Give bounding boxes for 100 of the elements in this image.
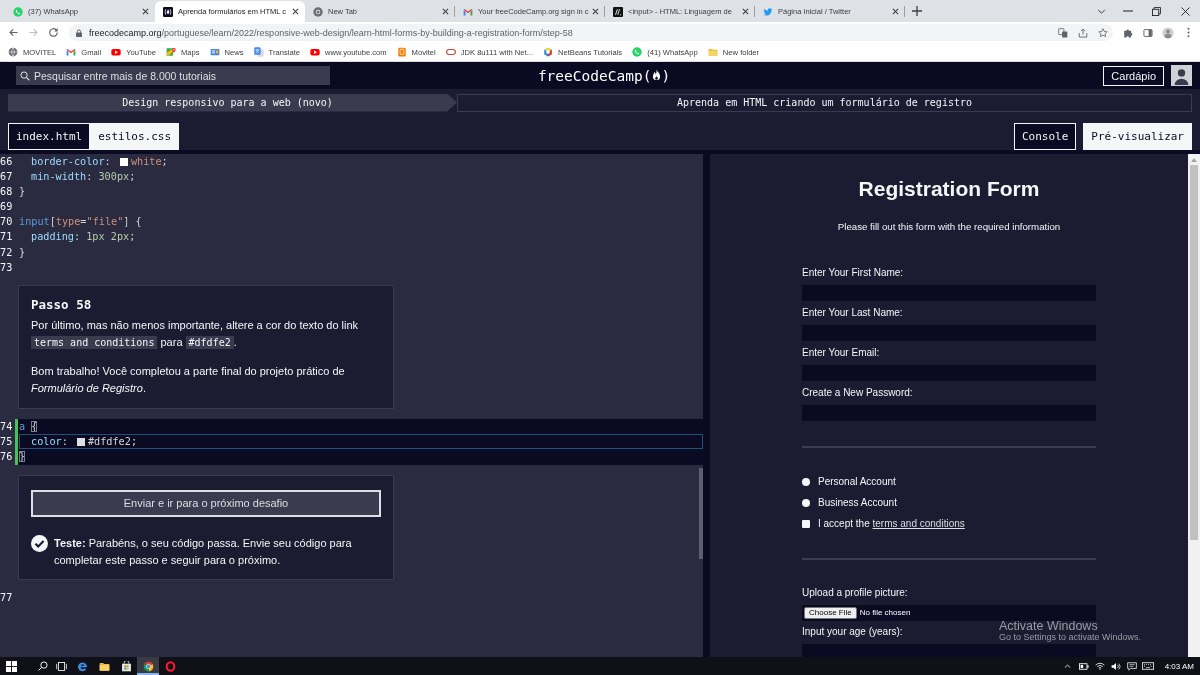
code-text: }	[19, 185, 26, 200]
close-icon[interactable]	[142, 8, 149, 15]
line-number: 74	[0, 420, 14, 435]
swirl-icon[interactable]	[76, 660, 88, 672]
play-icon	[111, 47, 122, 57]
field-label: Input your age (years):	[802, 626, 903, 638]
user-avatar-icon[interactable]	[1171, 65, 1192, 86]
option-label: Business Account	[818, 497, 897, 508]
choose-file-button[interactable]: Choose File	[804, 606, 857, 619]
mail-icon	[66, 47, 77, 57]
puzzle-icon[interactable]	[1123, 27, 1133, 38]
terms-link[interactable]: terms and conditions	[872, 518, 965, 529]
windows-logo-icon[interactable]	[5, 660, 17, 672]
message-icon[interactable]	[1126, 661, 1137, 671]
submit-button[interactable]: Enviar e ir para o próximo desafio	[31, 489, 381, 517]
field-label: Enter Your Email:	[802, 347, 880, 359]
wifi-icon[interactable]	[1094, 662, 1105, 670]
translate-page-icon[interactable]	[1058, 27, 1068, 38]
close-icon[interactable]	[292, 8, 299, 15]
close-icon[interactable]	[892, 8, 899, 15]
checkbox[interactable]	[802, 519, 810, 528]
keyboard-icon[interactable]	[1141, 662, 1154, 670]
radio-button[interactable]	[802, 477, 810, 486]
folder-icon[interactable]	[98, 660, 110, 672]
file-tab[interactable]: index.html	[8, 123, 91, 150]
code-text: min-width: 300px;	[31, 170, 136, 185]
scrollbar-thumb[interactable]	[1190, 165, 1198, 540]
speaker-icon[interactable]	[1110, 661, 1121, 671]
chat-icon	[13, 6, 23, 17]
avatar-silhouette-icon[interactable]	[1162, 26, 1174, 39]
close-icon[interactable]	[742, 8, 749, 15]
line-number: 67	[0, 170, 14, 185]
scrollbar-thumb[interactable]	[699, 468, 703, 559]
breadcrumb-link[interactable]: Aprenda em HTML criando um formulário de registro	[457, 93, 1192, 112]
side-panel-icon[interactable]	[1143, 27, 1153, 38]
browser-logo-icon	[313, 6, 323, 17]
line-number: 76	[0, 450, 14, 465]
minimize-icon[interactable]	[1122, 10, 1133, 12]
line-number: 72	[0, 245, 14, 260]
menu-button[interactable]: Cardápio	[1103, 65, 1164, 86]
shopping-bag-icon[interactable]	[120, 660, 132, 672]
instruction-text: Bom trabalho! Você completou a parte final do projeto prático de Formulário de Registro.	[31, 364, 346, 397]
field-label: Enter Your First Name:	[802, 267, 904, 279]
back-arrow-icon[interactable]	[7, 27, 19, 38]
code-text: }	[19, 245, 26, 260]
flame-icon	[651, 69, 661, 82]
code-text: white;	[130, 155, 168, 169]
panel-toggle-button[interactable]: Console	[1013, 123, 1077, 150]
test-result-text: Teste: Parabéns, o seu código passa. Envie seu código para completar este passo e seguir para o próximo.	[54, 535, 353, 568]
field-label: Enter Your Last Name:	[802, 307, 903, 319]
chevron-down-icon[interactable]	[1096, 8, 1106, 14]
map-pin-icon	[166, 47, 177, 57]
close-icon[interactable]	[1181, 6, 1190, 16]
option-label: I accept the terms and conditions	[818, 518, 965, 529]
more-menu-icon[interactable]	[1186, 27, 1190, 38]
share-icon[interactable]	[1078, 27, 1088, 38]
radio-button[interactable]	[802, 498, 810, 507]
caret-up-icon[interactable]	[1064, 664, 1072, 668]
translate-icon	[253, 47, 264, 57]
star-icon[interactable]	[1098, 27, 1108, 38]
number-input[interactable]	[802, 643, 1096, 657]
close-icon[interactable]	[442, 8, 449, 15]
search-field[interactable]: Pesquisar entre mais de 8.000 tutoriais	[16, 66, 330, 85]
bird-icon	[763, 6, 773, 17]
ring-icon[interactable]	[164, 660, 176, 672]
line-number: 68	[0, 185, 14, 200]
play-icon	[310, 47, 320, 57]
step-title: Passo 58	[31, 295, 93, 313]
plus-icon[interactable]	[912, 6, 922, 16]
panel-toggle-button[interactable]: Pré-visualizar	[1083, 123, 1192, 150]
restore-icon[interactable]	[1152, 6, 1161, 16]
task-view-icon[interactable]	[55, 661, 67, 671]
file-tab[interactable]: estilos.css	[90, 123, 180, 150]
docs-logo-icon	[613, 6, 623, 17]
code-text: input[type="file"] {	[19, 215, 142, 230]
browser-logo-icon[interactable]	[142, 660, 154, 672]
close-icon[interactable]	[592, 8, 599, 15]
taskbar-app-button[interactable]	[137, 657, 159, 675]
activation-title: Activate Windows	[999, 619, 1099, 633]
battery-icon[interactable]	[1078, 662, 1089, 670]
scrollbar[interactable]	[1188, 154, 1200, 657]
code-text: padding: 1px 2px;	[31, 230, 136, 245]
search-icon[interactable]	[38, 661, 48, 671]
capsule-icon	[445, 47, 456, 57]
form-description: Please fill out this form with the required information	[836, 220, 1062, 233]
option-label: Personal Account	[818, 476, 896, 487]
breadcrumb-link[interactable]: Design responsivo para a web (novo)	[8, 93, 457, 112]
code-text: border-color:	[31, 155, 112, 169]
field-label: Create a New Password:	[802, 387, 913, 399]
file-input[interactable]: Choose File No file chosen	[802, 604, 1096, 621]
code-text: #dfdfe2;	[87, 435, 138, 450]
activation-hint: Go to Settings to activate Windows.	[999, 632, 1142, 642]
url-text: freecodecamp.org/portuguese/learn/2022/responsive-web-design/learn-html-forms-by-building-a-registration-form/step-58	[89, 27, 573, 38]
folder-icon	[707, 47, 718, 57]
site-logo[interactable]: freeCodeCamp( )	[537, 67, 671, 84]
news-icon	[209, 47, 220, 57]
address-bar[interactable]: freecodecamp.org/portuguese/learn/2022/responsive-web-design/learn-html-forms-by-building-a-registration-form/step-58	[69, 24, 1113, 41]
chat-icon	[632, 47, 643, 57]
reload-icon[interactable]	[47, 27, 59, 38]
lock-icon	[76, 28, 82, 37]
